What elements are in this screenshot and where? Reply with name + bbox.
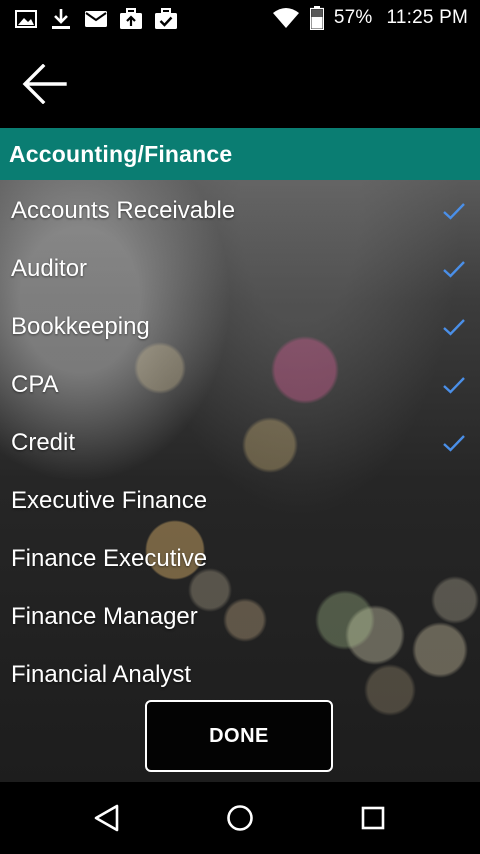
system-status: 57% 11:25 PM <box>272 6 468 30</box>
toolbar <box>0 38 480 128</box>
nav-home-button[interactable] <box>220 800 260 836</box>
nav-recents-button[interactable] <box>353 800 393 836</box>
list-item-label: Finance Executive <box>11 545 208 572</box>
mail-icon <box>85 11 107 27</box>
list-item-accounts-receivable[interactable]: Accounts Receivable <box>0 180 480 238</box>
category-list: Accounts Receivable Auditor Bookkeeping … <box>0 180 480 702</box>
list-item-financial-analyst[interactable]: Financial Analyst <box>0 644 480 702</box>
arrow-left-icon <box>22 64 67 104</box>
list-item-finance-manager[interactable]: Finance Manager <box>0 586 480 644</box>
check-icon <box>443 377 465 394</box>
list-item-finance-executive[interactable]: Finance Executive <box>0 528 480 586</box>
battery-percent: 57% <box>333 7 373 28</box>
list-item-credit[interactable]: Credit <box>0 412 480 470</box>
list-item-cpa[interactable]: CPA <box>0 354 480 412</box>
back-button[interactable] <box>14 58 74 110</box>
screen: 57% 11:25 PM Accounting/Finance Accounts… <box>0 0 480 854</box>
image-icon <box>15 10 37 28</box>
list-item-label: Auditor <box>11 255 88 282</box>
back-triangle-icon <box>94 804 119 832</box>
recents-square-icon <box>361 806 385 830</box>
check-icon <box>443 261 465 278</box>
list-item-label: CPA <box>11 371 59 398</box>
section-header: Accounting/Finance <box>0 128 480 180</box>
list-item-label: Accounts Receivable <box>11 197 236 224</box>
notification-icons <box>14 8 178 30</box>
list-item-auditor[interactable]: Auditor <box>0 238 480 296</box>
list-item-label: Credit <box>11 429 76 456</box>
done-button[interactable]: DONE <box>145 700 333 772</box>
battery-icon <box>309 6 324 30</box>
nav-back-button[interactable] <box>87 800 127 836</box>
briefcase-upload-icon <box>120 8 142 29</box>
list-item-bookkeeping[interactable]: Bookkeeping <box>0 296 480 354</box>
list-item-label: Financial Analyst <box>11 661 192 688</box>
list-item-label: Finance Manager <box>11 603 198 630</box>
clock: 11:25 PM <box>386 7 468 28</box>
list-item-label: Bookkeeping <box>11 313 150 340</box>
navigation-bar <box>0 782 480 854</box>
status-bar: 57% 11:25 PM <box>0 0 480 38</box>
home-circle-icon <box>227 805 253 831</box>
list-item-label: Executive Finance <box>11 487 208 514</box>
wifi-icon <box>272 8 299 28</box>
download-icon <box>52 9 70 29</box>
list-container[interactable]: Accounts Receivable Auditor Bookkeeping … <box>0 180 480 782</box>
check-icon <box>443 435 465 452</box>
check-icon <box>443 319 465 336</box>
check-icon <box>443 203 465 220</box>
list-item-executive-finance[interactable]: Executive Finance <box>0 470 480 528</box>
section-title: Accounting/Finance <box>9 141 233 167</box>
briefcase-check-icon <box>155 8 177 29</box>
